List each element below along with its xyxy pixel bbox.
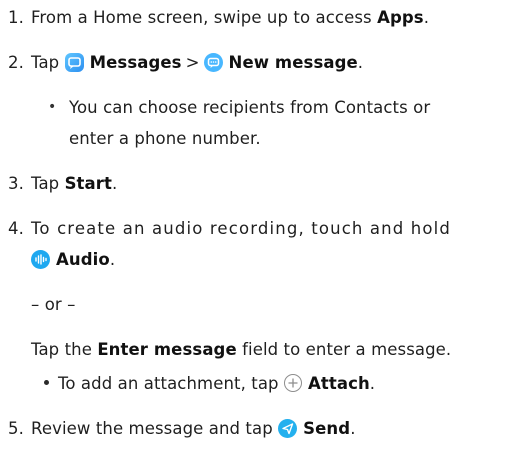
bullet-recipients-line-2: enter a phone number. (69, 129, 261, 148)
audio-label: Audio (56, 250, 110, 269)
enter-message-label: Enter message (97, 340, 237, 359)
step-number: 4. (8, 219, 24, 238)
step-number: 1. (8, 8, 24, 27)
instructions-page: 1. From a Home screen, swipe up to acces… (0, 0, 508, 454)
attach-label: Attach (307, 374, 370, 393)
enter-message-instruction: Tap the Enter message field to enter a m… (31, 340, 452, 359)
or-separator: – or – (31, 295, 76, 314)
attach-icon (283, 374, 302, 392)
bullet-icon: • (48, 99, 57, 115)
step-text: Review the message and tap Send. (31, 419, 356, 438)
step-text: Tap Start. (31, 174, 118, 193)
messages-label: Messages (89, 53, 182, 72)
bullet-icon (44, 380, 49, 385)
new-message-icon (203, 53, 223, 72)
step-4-continued: Audio. (31, 249, 115, 271)
send-label: Send (303, 419, 351, 438)
step-text: To create an audio recording, touch and … (31, 219, 452, 238)
step-text: Tap Messages > New message. (31, 53, 364, 72)
step-number: 3. (8, 174, 24, 193)
bullet-attachment: To add an attachment, tap Attach. (58, 374, 376, 393)
new-message-label: New message (228, 53, 358, 72)
audio-icon (31, 250, 50, 269)
start-label: Start (64, 174, 113, 193)
step-number: 2. (8, 53, 24, 72)
step-number: 5. (8, 419, 24, 438)
bullet-recipients-line-1: You can choose recipients from Contacts … (69, 98, 431, 117)
messages-app-icon (64, 53, 84, 72)
send-icon (278, 419, 298, 438)
apps-label: Apps (377, 8, 424, 27)
step-text: From a Home screen, swipe up to access A… (31, 8, 430, 27)
